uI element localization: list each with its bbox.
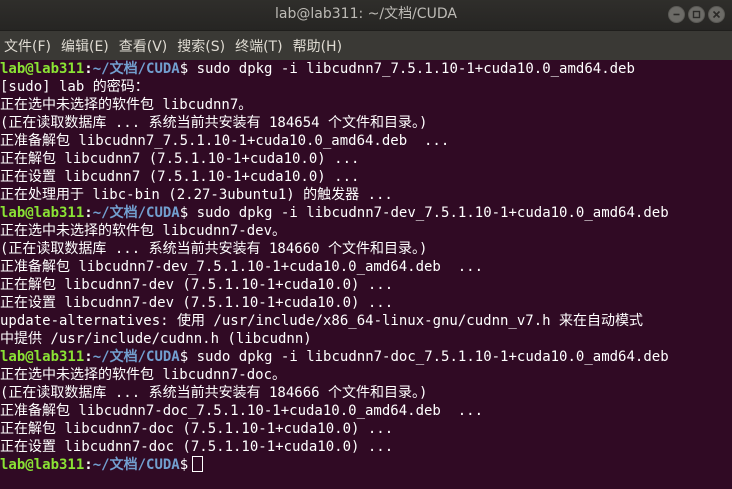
close-button[interactable] [708,6,725,23]
output-line: (正在读取数据库 ... 系统当前共安装有 184660 个文件和目录。) [0,241,428,257]
prompt-line: lab@lab311:~/文档/CUDA$ sudo dpkg -i libcu… [0,60,732,78]
maximize-button[interactable] [688,6,705,23]
command-text: sudo dpkg -i libcudnn7-dev_7.5.1.10-1+cu… [188,205,669,221]
output-line: 正在解包 libcudnn7-doc (7.5.1.10-1+cuda10.0)… [0,421,394,437]
output-line: 正准备解包 libcudnn7-dev_7.5.1.10-1+cuda10.0_… [0,259,484,275]
prompt-dollar: $ [179,349,189,365]
prompt-dollar: $ [179,61,189,77]
minimize-button[interactable] [668,6,685,23]
menu-edit[interactable]: 编辑(E) [56,36,114,56]
prompt-user-host: lab@lab311 [0,349,85,365]
menu-help[interactable]: 帮助(H) [288,36,347,56]
prompt-line: lab@lab311:~/文档/CUDA$ sudo dpkg -i libcu… [0,348,732,366]
output-line: (正在读取数据库 ... 系统当前共安装有 184666 个文件和目录。) [0,385,428,401]
title-bar[interactable]: lab@lab311: ~/文档/CUDA [0,0,732,31]
prompt-path: ~/文档/CUDA [92,349,180,365]
terminal-window: lab@lab311: ~/文档/CUDA 文件(F) 编辑(E) 查看(V) … [0,0,732,489]
menu-search[interactable]: 搜索(S) [172,36,230,56]
output-line: 正准备解包 libcudnn7-doc_7.5.1.10-1+cuda10.0_… [0,403,484,419]
output-line: 正在选中未选择的软件包 libcudnn7。 [0,97,253,113]
text-cursor[interactable] [192,456,204,472]
maximize-icon [692,10,701,19]
command-text: sudo dpkg -i libcudnn7_7.5.1.10-1+cuda10… [188,61,635,77]
close-icon [712,10,721,19]
output-line: 正在设置 libcudnn7-doc (7.5.1.10-1+cuda10.0)… [0,439,394,455]
menu-view[interactable]: 查看(V) [114,36,173,56]
output-line: 正在设置 libcudnn7-dev (7.5.1.10-1+cuda10.0)… [0,295,394,311]
output-line: (正在读取数据库 ... 系统当前共安装有 184654 个文件和目录。) [0,115,428,131]
output-line: update-alternatives: 使用 /usr/include/x86… [0,313,644,329]
prompt-path: ~/文档/CUDA [92,457,180,473]
prompt-user-host: lab@lab311 [0,457,85,473]
prompt-path: ~/文档/CUDA [92,61,180,77]
window-title: lab@lab311: ~/文档/CUDA [275,6,457,22]
output-line: 正在选中未选择的软件包 libcudnn7-doc。 [0,367,287,383]
output-line: 正在解包 libcudnn7-dev (7.5.1.10-1+cuda10.0)… [0,277,394,293]
prompt-separator: : [84,61,93,77]
output-line: 正在设置 libcudnn7 (7.5.1.10-1+cuda10.0) ... [0,169,360,185]
terminal-output[interactable]: lab@lab311:~/文档/CUDA$ sudo dpkg -i libcu… [0,60,732,489]
output-line: 正准备解包 libcudnn7_7.5.1.10-1+cuda10.0_amd6… [0,133,450,149]
prompt-dollar: $ [179,457,189,473]
menu-file[interactable]: 文件(F) [4,36,56,56]
prompt-dollar: $ [179,205,189,221]
prompt-path: ~/文档/CUDA [92,205,180,221]
prompt-line: lab@lab311:~/文档/CUDA$ [0,456,732,474]
prompt-line: lab@lab311:~/文档/CUDA$ sudo dpkg -i libcu… [0,204,732,222]
prompt-separator: : [84,457,93,473]
output-line: 中提供 /usr/include/cudnn.h (libcudnn) [0,331,312,347]
output-line: 正在解包 libcudnn7 (7.5.1.10-1+cuda10.0) ... [0,151,360,167]
command-text: sudo dpkg -i libcudnn7-doc_7.5.1.10-1+cu… [188,349,669,365]
prompt-separator: : [84,205,93,221]
menu-terminal[interactable]: 终端(T) [230,36,287,56]
prompt-user-host: lab@lab311 [0,61,85,77]
output-line: 正在选中未选择的软件包 libcudnn7-dev。 [0,223,287,239]
output-line: 正在处理用于 libc-bin (2.27-3ubuntu1) 的触发器 ... [0,187,393,203]
prompt-separator: : [84,349,93,365]
prompt-user-host: lab@lab311 [0,205,85,221]
menu-bar: 文件(F) 编辑(E) 查看(V) 搜索(S) 终端(T) 帮助(H) [0,31,732,61]
minimize-icon [673,13,680,16]
output-line: [sudo] lab 的密码： [0,79,149,95]
